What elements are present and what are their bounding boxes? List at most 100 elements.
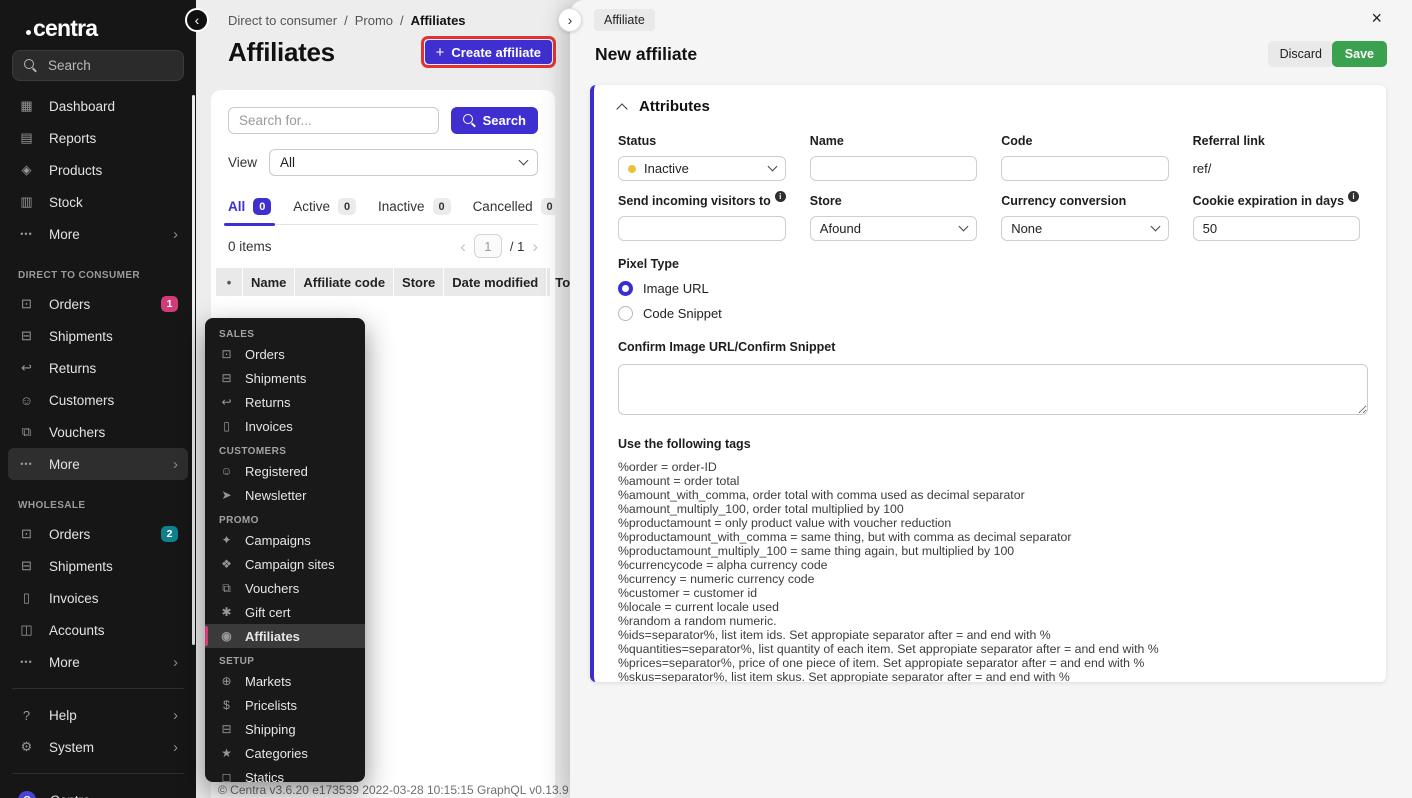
tab-affiliate[interactable]: Affiliate <box>594 9 655 31</box>
flyout-item-markets[interactable]: ⊕ Markets <box>205 669 365 693</box>
column-header-date-modified[interactable]: Date modified <box>444 268 547 296</box>
flyout-item-affiliates[interactable]: ◉ Affiliates <box>205 624 365 648</box>
returns-icon: ↩ <box>219 395 234 409</box>
tag-line: %skus=separator%, list item skus. Set ap… <box>618 670 1360 682</box>
column-header-affiliate-code[interactable]: Affiliate code <box>295 268 394 296</box>
search-button[interactable]: Search <box>451 107 538 134</box>
sidebar: centra Search ▦ Dashboard ▤ Reports ◈ Pr… <box>0 0 196 798</box>
search-button-label: Search <box>483 113 526 128</box>
radio-code-snippet[interactable]: Code Snippet <box>618 306 1360 321</box>
page-number-input[interactable]: 1 <box>474 234 502 258</box>
create-affiliate-button[interactable]: + Create affiliate <box>425 40 552 64</box>
send-incoming-visitors-input[interactable] <box>618 216 786 241</box>
chevron-right-icon: › <box>173 793 178 798</box>
column-header-store[interactable]: Store <box>394 268 444 296</box>
page-prev-button[interactable]: ‹ <box>460 238 466 255</box>
info-icon[interactable]: i <box>775 191 786 202</box>
section-label-dtc: DIRECT TO CONSUMER <box>18 270 196 281</box>
tab-all[interactable]: All 0 <box>228 198 271 215</box>
store-select[interactable]: Afound <box>810 216 977 241</box>
flyout-item-categories[interactable]: ★ Categories <box>205 741 365 765</box>
field-code: Code <box>1001 134 1168 181</box>
sidebar-item-ws-invoices[interactable]: ▯ Invoices <box>8 582 188 614</box>
breadcrumb-link[interactable]: Direct to consumer <box>228 13 337 28</box>
sidebar-item-ws-more[interactable]: ••• More › <box>8 646 188 678</box>
flyout-item-label: Categories <box>245 746 308 761</box>
status-select[interactable]: Inactive <box>618 156 786 181</box>
sidebar-item-reports[interactable]: ▤ Reports <box>8 122 188 154</box>
flyout-item-invoices[interactable]: ▯ Invoices <box>205 414 365 438</box>
sidebar-item-system[interactable]: ⚙ System › <box>8 731 188 763</box>
sidebar-item-help[interactable]: ? Help › <box>8 699 188 731</box>
flyout-item-label: Returns <box>245 395 291 410</box>
sidebar-item-stock[interactable]: ▥ Stock <box>8 186 188 218</box>
name-input[interactable] <box>810 156 977 181</box>
flyout-item-gift-cert[interactable]: ✱ Gift cert <box>205 600 365 624</box>
sidebar-item-dtc-more[interactable]: ••• More › <box>8 448 188 480</box>
flyout-item-pricelists[interactable]: $ Pricelists <box>205 693 365 717</box>
tab-active[interactable]: Active 0 <box>293 198 356 215</box>
save-button[interactable]: Save <box>1332 41 1387 67</box>
chevron-down-icon <box>959 222 969 232</box>
tags-list: %order = order-ID %amount = order total … <box>618 460 1360 682</box>
radio-image-url[interactable]: Image URL <box>618 281 1360 296</box>
highlight-annotation: + Create affiliate <box>421 36 556 68</box>
sidebar-item-ws-shipments[interactable]: ⊟ Shipments <box>8 550 188 582</box>
close-icon[interactable]: × <box>1371 9 1382 27</box>
sidebar-item-dashboard[interactable]: ▦ Dashboard <box>8 90 188 122</box>
more-dots-icon: ••• <box>18 229 35 239</box>
flyout-item-campaigns[interactable]: ✦ Campaigns <box>205 528 365 552</box>
flyout-item-vouchers[interactable]: ⧉ Vouchers <box>205 576 365 600</box>
sidebar-item-more-top[interactable]: ••• More › <box>8 218 188 250</box>
sidebar-item-dtc-orders[interactable]: ⊡ Orders 1 <box>8 288 188 320</box>
tab-count-badge: 0 <box>541 198 559 215</box>
pixel-type-label: Pixel Type <box>618 257 1360 271</box>
tab-count-badge: 0 <box>433 198 451 215</box>
sidebar-item-products[interactable]: ◈ Products <box>8 154 188 186</box>
breadcrumb-link[interactable]: Promo <box>355 13 393 28</box>
flyout-item-orders[interactable]: ⊡ Orders <box>205 342 365 366</box>
tab-inactive[interactable]: Inactive 0 <box>378 198 451 215</box>
code-input[interactable] <box>1001 156 1168 181</box>
view-select[interactable]: All <box>269 149 538 176</box>
page-next-button[interactable]: › <box>532 238 538 255</box>
radio-unselected-icon <box>618 306 633 321</box>
info-icon[interactable]: i <box>1348 191 1359 202</box>
flyout-item-statics[interactable]: ◻ Statics <box>205 765 365 782</box>
tab-cancelled[interactable]: Cancelled 0 <box>473 198 559 215</box>
customers-icon: ☺ <box>18 393 35 408</box>
sidebar-item-ws-accounts[interactable]: ◫ Accounts <box>8 614 188 646</box>
sidebar-item-dtc-vouchers[interactable]: ⧉ Vouchers <box>8 416 188 448</box>
sidebar-collapse-button[interactable]: ‹ <box>185 8 209 32</box>
sidebar-item-label: Help <box>49 708 77 723</box>
discard-button[interactable]: Discard <box>1268 41 1334 67</box>
view-select-value: All <box>280 155 295 170</box>
confirm-snippet-textarea[interactable] <box>618 364 1368 415</box>
shipments-icon: ⊟ <box>219 371 234 385</box>
chevron-up-icon[interactable] <box>616 103 627 114</box>
field-cookie-expiration: Cookie expiration in daysi <box>1193 194 1360 241</box>
tag-line: %productamount_multiply_100 = same thing… <box>618 544 1360 558</box>
flyout-item-newsletter[interactable]: ➤ Newsletter <box>205 483 365 507</box>
cookie-expiration-input[interactable] <box>1193 216 1360 241</box>
flyout-item-registered[interactable]: ☺ Registered <box>205 459 365 483</box>
currency-conversion-select[interactable]: None <box>1001 216 1168 241</box>
flyout-item-shipping[interactable]: ⊟ Shipping <box>205 717 365 741</box>
search-input[interactable] <box>228 107 439 134</box>
column-header-name[interactable]: Name <box>243 268 295 296</box>
vouchers-icon: ⧉ <box>18 424 35 440</box>
sidebar-item-account-centra[interactable]: C Centra › <box>8 784 188 798</box>
sidebar-scrollbar[interactable] <box>192 95 195 645</box>
status-dot-icon <box>628 165 636 173</box>
sidebar-item-dtc-shipments[interactable]: ⊟ Shipments <box>8 320 188 352</box>
flyout-item-shipments[interactable]: ⊟ Shipments <box>205 366 365 390</box>
flyout-item-returns[interactable]: ↩ Returns <box>205 390 365 414</box>
sidebar-item-dtc-customers[interactable]: ☺ Customers <box>8 384 188 416</box>
orders-count-badge: 1 <box>161 296 178 312</box>
referral-link-value: ref/ <box>1193 156 1360 181</box>
sidebar-item-dtc-returns[interactable]: ↩ Returns <box>8 352 188 384</box>
flyout-item-campaign-sites[interactable]: ❖ Campaign sites <box>205 552 365 576</box>
panel-expand-button[interactable]: › <box>558 8 582 32</box>
sidebar-search-input[interactable]: Search <box>12 50 184 81</box>
sidebar-item-ws-orders[interactable]: ⊡ Orders 2 <box>8 518 188 550</box>
